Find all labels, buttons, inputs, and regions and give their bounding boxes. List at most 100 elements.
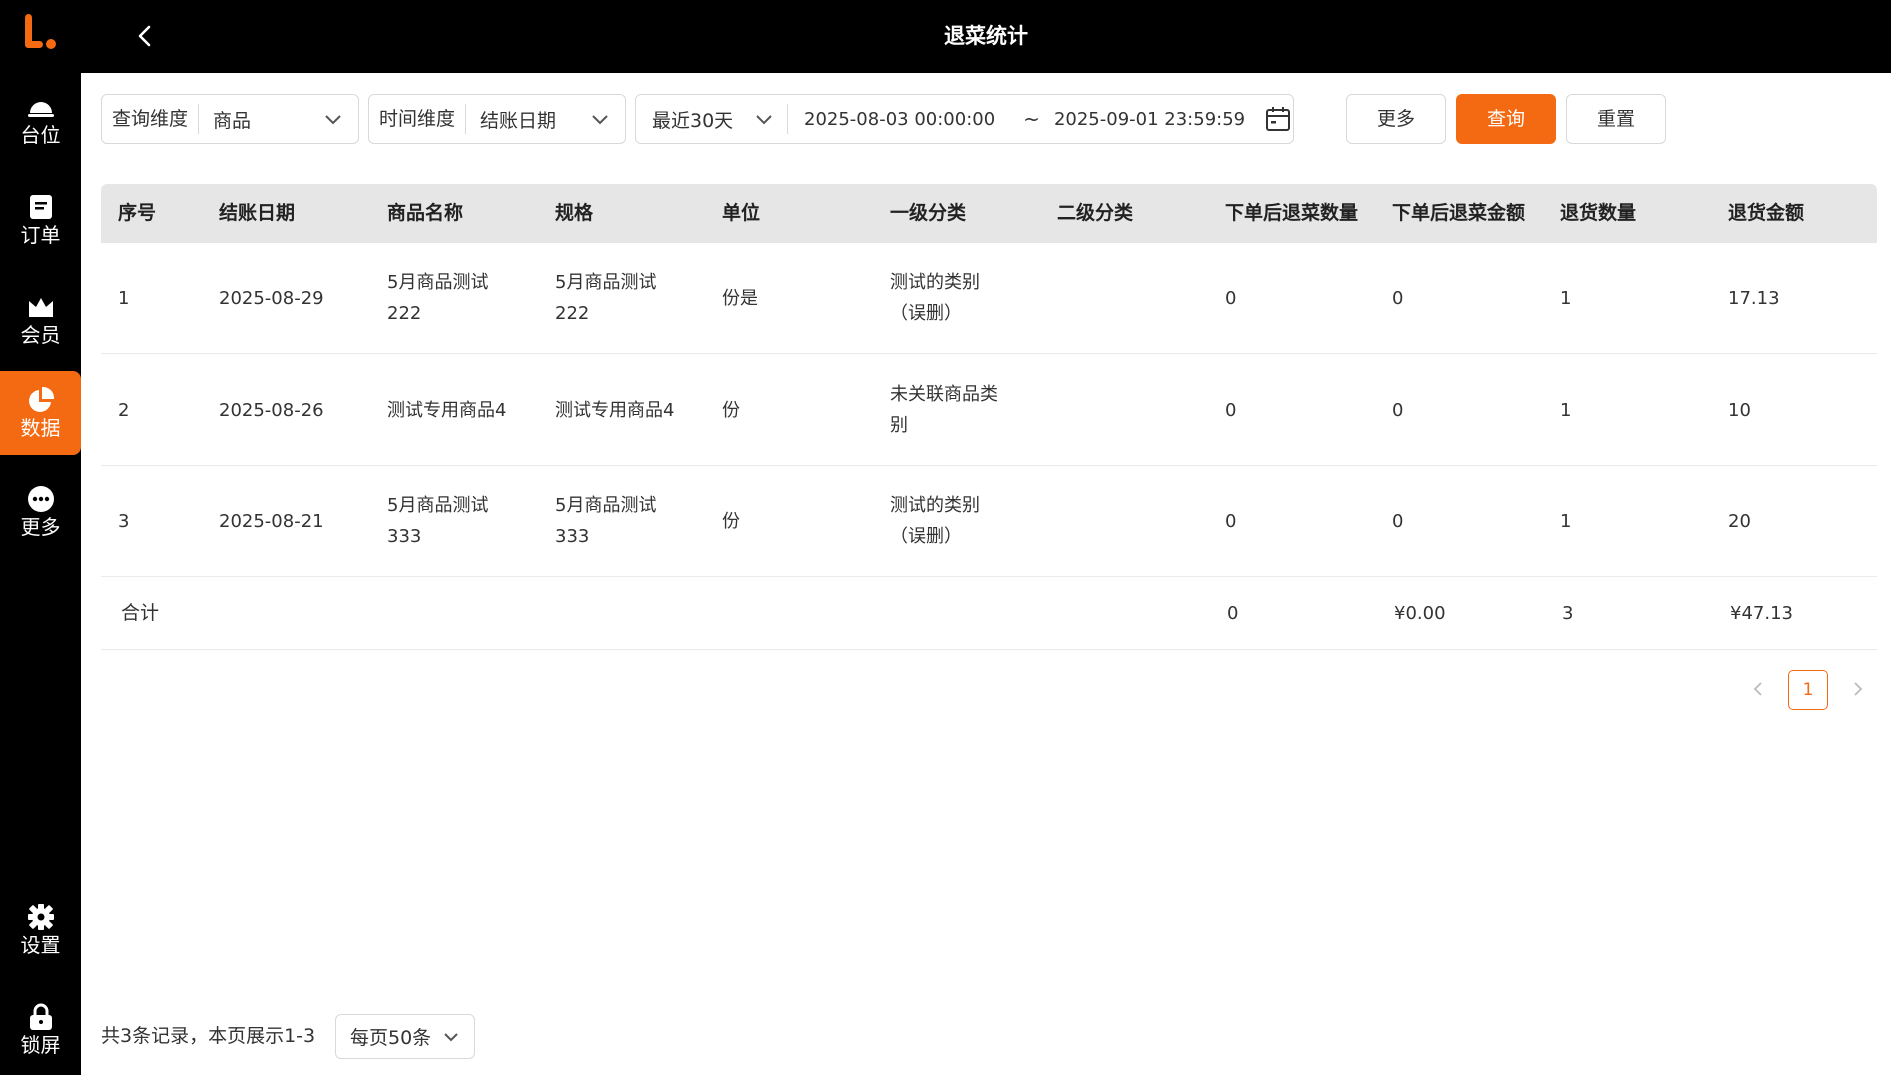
back-button[interactable] — [125, 16, 165, 56]
cell-return-qty: 0 — [1225, 400, 1237, 421]
chevron-left-icon — [1753, 682, 1762, 696]
chevron-right-icon — [1854, 682, 1863, 696]
sidebar-item-label: 设置 — [20, 933, 61, 957]
column-header: 结账日期 — [219, 202, 296, 224]
chevron-left-icon — [138, 25, 151, 47]
column-header: 二级分类 — [1057, 202, 1134, 224]
sidebar-item-more[interactable]: 更多 — [0, 470, 81, 554]
cell-unit: 份 — [722, 400, 740, 421]
cell-unit: 份是 — [722, 288, 758, 309]
cell-category1: 未关联商品类别 — [890, 384, 998, 436]
sidebar-item-tables[interactable]: 台位 — [0, 78, 81, 162]
cell-name: 5月商品测试 333 — [387, 495, 489, 547]
cell-refund-qty: 1 — [1560, 288, 1572, 309]
total-refund-qty: 3 — [1562, 603, 1574, 624]
cell-return-amount: 0 — [1392, 288, 1404, 309]
cell-refund-amount: 20 — [1728, 511, 1751, 532]
sidebar-item-label: 会员 — [20, 323, 61, 347]
start-date-input[interactable]: 2025-08-03 00:00:00 — [788, 109, 995, 130]
next-page-button[interactable] — [1845, 676, 1871, 702]
cell-refund-qty: 1 — [1560, 400, 1572, 421]
column-header: 序号 — [118, 202, 157, 224]
cell-refund-amount: 17.13 — [1728, 288, 1780, 309]
cell-unit: 份 — [722, 511, 740, 532]
column-header: 退货数量 — [1560, 202, 1637, 224]
column-header: 单位 — [722, 202, 761, 224]
cell-name: 5月商品测试 222 — [387, 272, 489, 324]
cell-refund-qty: 1 — [1560, 511, 1572, 532]
sidebar-item-lock[interactable]: 锁屏 — [0, 988, 81, 1072]
app-logo — [25, 14, 56, 49]
lock-icon — [27, 1003, 55, 1031]
sidebar-item-label: 台位 — [20, 123, 61, 147]
cell-category1: 测试的类别 （误删） — [890, 272, 980, 324]
cell-spec: 测试专用商品4 — [555, 400, 675, 421]
total-label: 合计 — [121, 602, 160, 624]
total-row: 合计 0 ¥0.00 3 ¥47.13 — [101, 577, 1877, 650]
sidebar-item-label: 订单 — [20, 223, 61, 247]
chevron-down-icon — [325, 115, 341, 125]
sidebar-item-members[interactable]: 会员 — [0, 278, 81, 362]
total-refund-amount: ¥47.13 — [1730, 603, 1793, 624]
table-row: 1 2025-08-29 5月商品测试 222 5月商品测试 222 份是 测试的类… — [101, 243, 1877, 354]
query-dimension-value: 商品 — [213, 109, 252, 132]
sidebar-item-data[interactable]: 数据 — [0, 371, 81, 455]
sidebar-item-label: 数据 — [20, 416, 61, 440]
page-number-button[interactable]: 1 — [1788, 670, 1828, 710]
pie-chart-icon — [27, 386, 55, 414]
cell-spec: 5月商品测试 333 — [555, 495, 657, 547]
cell-name: 测试专用商品4 — [387, 400, 507, 421]
cell-date: 2025-08-29 — [219, 288, 324, 309]
end-date-input[interactable]: 2025-09-01 23:59:59 — [1054, 109, 1245, 130]
query-dimension-label: 查询维度 — [102, 104, 200, 134]
more-dots-icon — [27, 485, 55, 513]
cell-category1: 测试的类别 （误删） — [890, 495, 980, 547]
calendar-icon[interactable] — [1265, 106, 1291, 132]
query-button[interactable]: 查询 — [1456, 94, 1556, 144]
page-title: 退菜统计 — [944, 24, 1028, 48]
sidebar-item-label: 锁屏 — [20, 1033, 61, 1057]
table-row: 3 2025-08-21 5月商品测试 333 5月商品测试 333 份 测试的类别… — [101, 466, 1877, 577]
chevron-down-icon — [444, 1032, 458, 1041]
range-preset-value: 最近30天 — [652, 109, 734, 132]
cell-date: 2025-08-26 — [219, 400, 324, 421]
time-dimension-select[interactable]: 时间维度 结账日期 — [368, 94, 626, 144]
table-row: 2 2025-08-26 测试专用商品4 测试专用商品4 份 未关联商品类别 0… — [101, 354, 1877, 466]
cell-no: 1 — [118, 288, 130, 309]
reset-button[interactable]: 重置 — [1566, 94, 1666, 144]
time-dimension-value: 结账日期 — [480, 109, 557, 132]
column-header: 商品名称 — [387, 202, 464, 224]
sidebar: 台位 订单 会员 数据 更多 设置 锁屏 — [0, 0, 81, 1075]
table-bell-icon — [27, 93, 55, 121]
total-return-amount: ¥0.00 — [1394, 603, 1446, 624]
page-size-select[interactable]: 每页50条 — [335, 1014, 475, 1059]
cell-date: 2025-08-21 — [219, 511, 324, 532]
range-separator: ~ — [1023, 107, 1040, 131]
more-button[interactable]: 更多 — [1346, 94, 1446, 144]
cell-return-amount: 0 — [1392, 511, 1404, 532]
column-header: 下单后退菜金额 — [1392, 202, 1526, 224]
chevron-down-icon — [592, 115, 608, 125]
gear-icon — [27, 903, 55, 931]
cell-spec: 5月商品测试 222 — [555, 272, 657, 324]
page-size-value: 每页50条 — [350, 1027, 432, 1049]
column-header: 退货金额 — [1728, 202, 1805, 224]
chevron-down-icon — [756, 115, 772, 125]
total-return-qty: 0 — [1227, 603, 1239, 624]
prev-page-button[interactable] — [1745, 676, 1771, 702]
date-range-picker: 最近30天 2025-08-03 00:00:00 ~ 2025-09-01 2… — [635, 94, 1294, 144]
cell-return-qty: 0 — [1225, 288, 1237, 309]
record-summary: 共3条记录，本页展示1-3 — [101, 1025, 316, 1047]
column-header: 一级分类 — [890, 202, 967, 224]
cell-no: 2 — [118, 400, 130, 421]
range-preset-select[interactable]: 最近30天 — [636, 104, 788, 134]
cell-no: 3 — [118, 511, 130, 532]
cell-return-amount: 0 — [1392, 400, 1404, 421]
sidebar-item-settings[interactable]: 设置 — [0, 888, 81, 972]
cell-return-qty: 0 — [1225, 511, 1237, 532]
query-dimension-select[interactable]: 查询维度 商品 — [101, 94, 359, 144]
column-header: 规格 — [555, 202, 594, 224]
crown-icon — [27, 293, 55, 321]
cell-refund-amount: 10 — [1728, 400, 1751, 421]
sidebar-item-orders[interactable]: 订单 — [0, 178, 81, 262]
